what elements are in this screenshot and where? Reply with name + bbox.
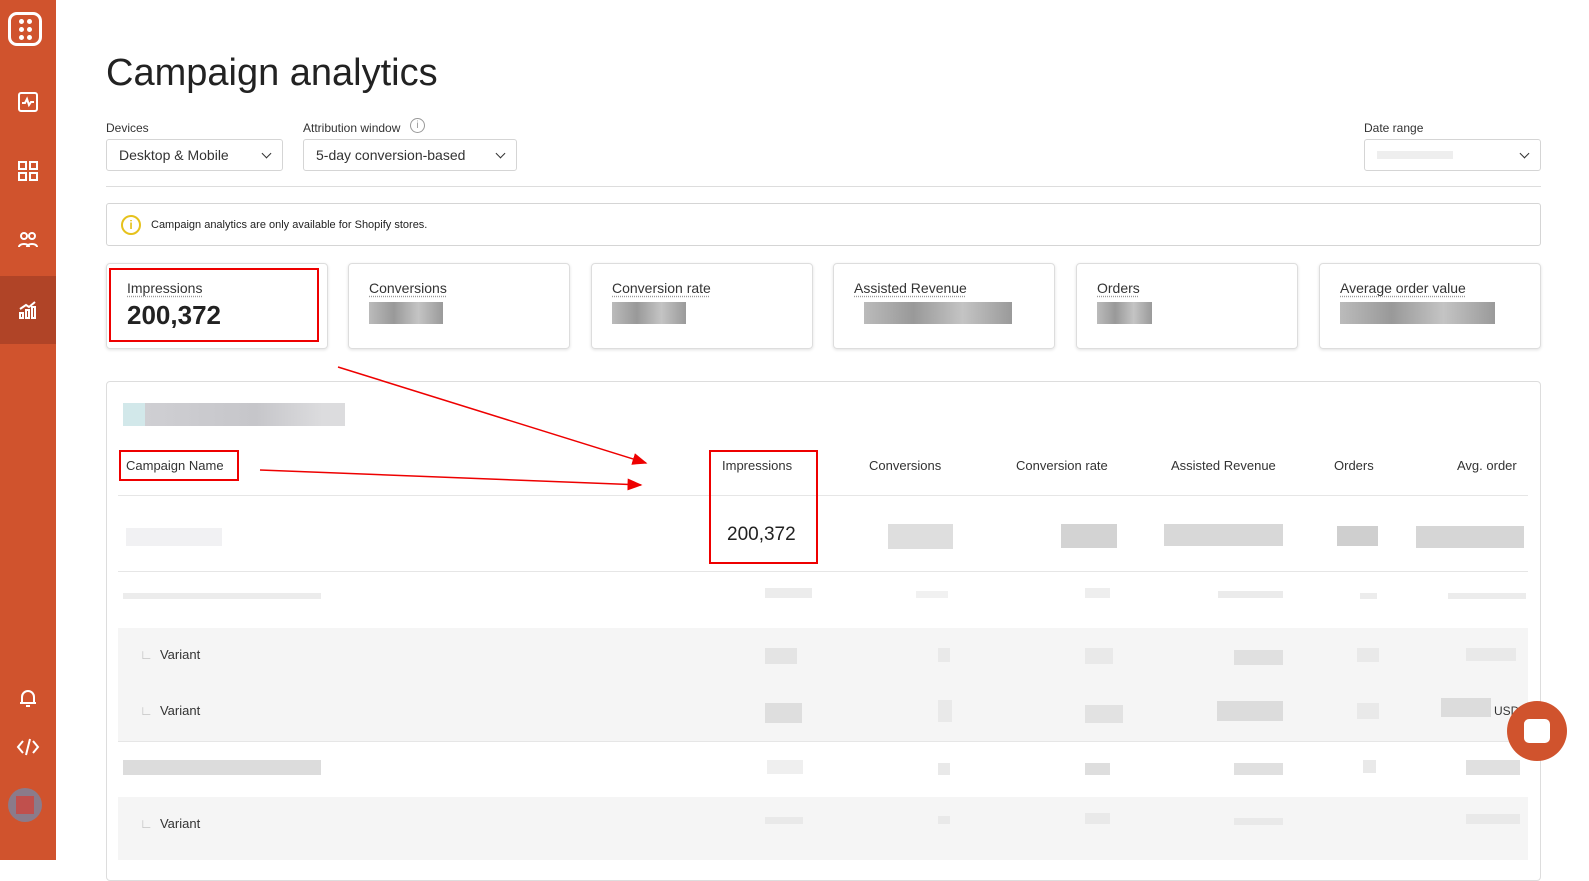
annotation-arrows [259, 366, 648, 491]
